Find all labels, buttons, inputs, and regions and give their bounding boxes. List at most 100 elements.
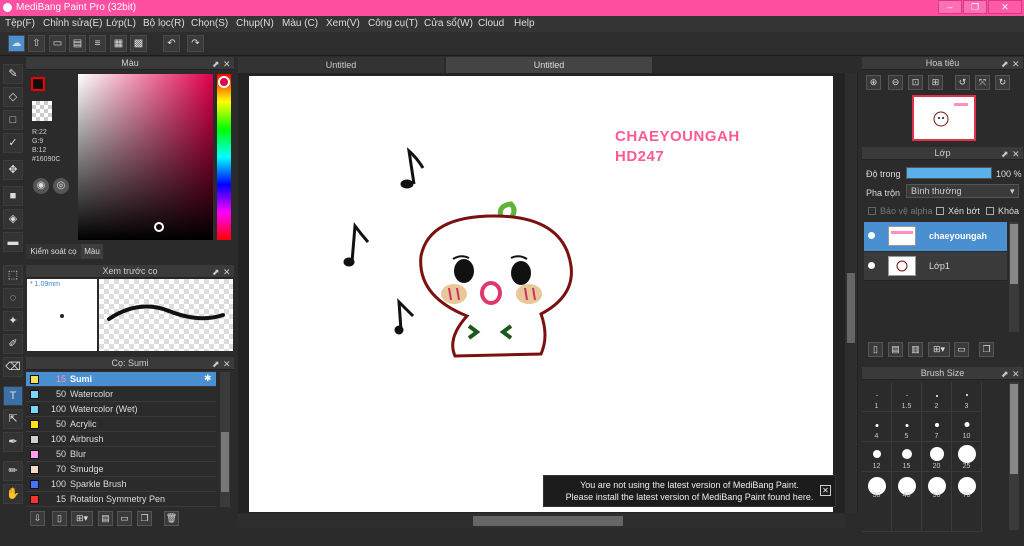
select-rect-tool-icon[interactable]: ⬚ [3,265,23,285]
undock-icon[interactable]: ⬈ [1001,148,1009,161]
close-panel-icon[interactable]: ✕ [1012,58,1020,71]
share-icon[interactable]: ⇧ [28,35,45,52]
tab-untitled-1[interactable]: Untitled [238,57,444,73]
foreground-color-swatch[interactable] [31,77,45,91]
close-panel-icon[interactable]: ✕ [223,358,231,371]
gradient-tool-icon[interactable]: ▬ [3,232,23,252]
select-eraser-tool-icon[interactable]: ⌫ [3,357,23,377]
folder-icon[interactable]: ▭ [117,511,132,526]
scrollbar-thumb[interactable] [847,273,855,343]
drawing-canvas[interactable]: CHAEYOUNGAH HD247 [249,76,833,512]
add-layer-menu-icon[interactable]: ⊞▾ [928,342,950,357]
minimize-button[interactable]: – [938,0,962,14]
opacity-slider[interactable] [906,167,992,179]
scrollbar-thumb[interactable] [1010,224,1018,284]
brush-size-cell[interactable]: 25 [952,442,982,472]
hue-cursor[interactable] [218,76,230,88]
duplicate-icon[interactable]: ❐ [137,511,152,526]
tab-color[interactable]: Màu [81,244,103,259]
menu-select[interactable]: Chọn(S) [191,18,228,29]
menu-file[interactable]: Tệp(F) [5,18,35,29]
tab-untitled-2[interactable]: Untitled [446,57,652,73]
brush-size-cell[interactable]: 20 [922,442,952,472]
pen-tool-icon[interactable]: ✏ [3,461,23,481]
cloud-download-icon[interactable]: ⇩ [30,511,45,526]
rotate-right-icon[interactable]: ↻ [995,75,1010,90]
scrollbar-thumb[interactable] [1010,384,1018,474]
brush-item[interactable]: 15 Sumi ✱ [26,372,216,387]
sv-cursor[interactable] [154,222,164,232]
duplicate-layer-icon[interactable]: ❐ [979,342,994,357]
brush-item[interactable]: 50 Acrylic [26,417,216,432]
fit-icon[interactable]: ⊡ [908,75,923,90]
tab-brush-control[interactable]: Kiểm soát cọ [26,244,81,259]
brush-item[interactable]: 100 Airbrush [26,432,216,447]
grid-icon[interactable]: ▩ [130,35,147,52]
brush-item[interactable]: 100 Watercolor (Wet) [26,402,216,417]
close-panel-icon[interactable]: ✕ [223,58,231,71]
menu-tools[interactable]: Công cụ(T) [368,18,418,29]
close-panel-icon[interactable]: ✕ [1012,148,1020,161]
hue-slider[interactable] [217,74,231,240]
select-pen-tool-icon[interactable]: ✐ [3,334,23,354]
brush-item[interactable]: 70 Smudge [26,462,216,477]
reset-rotation-icon[interactable]: ⤧ [975,75,990,90]
palette-add-icon[interactable]: ◎ [53,178,69,194]
close-panel-icon[interactable]: ✕ [1012,368,1020,381]
lock-checkbox[interactable] [986,207,994,215]
menu-color[interactable]: Màu (C) [282,18,318,29]
menu-window[interactable]: Cửa sổ(W) [424,18,473,29]
brush-size-cell[interactable]: 30 [862,472,892,532]
brush-size-cell[interactable]: 2 [922,382,952,412]
layer-row[interactable]: chaeyoungah [864,222,1007,251]
brush-size-cell[interactable]: 50 [922,472,952,532]
brush-size-cell[interactable]: 5 [892,412,922,442]
hand-tool-icon[interactable]: ✋ [3,484,23,504]
trash-icon[interactable]: 🗑 [164,511,179,526]
canvas-horizontal-scrollbar[interactable] [238,514,845,528]
brush-size-cell[interactable]: 40 [892,472,922,532]
restore-button[interactable]: ❐ [963,0,987,14]
fill-rect-tool-icon[interactable]: ■ [3,186,23,206]
eye-icon[interactable] [868,232,875,239]
close-button[interactable]: ✕ [988,0,1022,14]
dot-pen-tool-icon[interactable]: ✓ [3,133,23,153]
brush-item[interactable]: 15 Rotation Symmetry Pen [26,492,216,507]
add-brush-icon[interactable]: ⊞▾ [71,511,93,526]
new-mono-layer-icon[interactable]: ▥ [908,342,923,357]
layer-scrollbar[interactable] [1009,222,1019,332]
undock-icon[interactable]: ⬈ [212,266,220,279]
brush-size-cell[interactable]: 70 [952,472,982,532]
undo-icon[interactable]: ↶ [163,35,180,52]
saturation-value-picker[interactable] [78,74,213,240]
cloud-icon[interactable]: ☁ [8,35,25,52]
update-notice[interactable]: You are not using the latest version of … [543,475,836,507]
transparent-swatch[interactable] [32,101,52,121]
brush-tool-icon[interactable]: ✎ [3,64,23,84]
brush-item[interactable]: 100 Sparkle Brush [26,477,216,492]
brush-item[interactable]: 50 Blur [26,447,216,462]
clipping-checkbox[interactable] [936,207,944,215]
brush-size-cell[interactable]: 10 [952,412,982,442]
zoom-out-icon[interactable]: ⊖ [888,75,903,90]
move-tool-icon[interactable]: ✥ [3,160,23,180]
menu-capture[interactable]: Chụp(N) [236,18,274,29]
undock-icon[interactable]: ⬈ [1001,58,1009,71]
eraser-tool-icon[interactable]: ◇ [3,87,23,107]
comment-icon[interactable]: ▭ [49,35,66,52]
undock-icon[interactable]: ⬈ [212,358,220,371]
eyedropper-tool-icon[interactable]: ✒ [3,432,23,452]
protect-alpha-checkbox[interactable] [868,207,876,215]
canvas-vertical-scrollbar[interactable] [845,73,857,513]
brush-size-cell[interactable]: 12 [862,442,892,472]
menu-help[interactable]: Help [514,18,535,29]
bucket-tool-icon[interactable]: ◈ [3,209,23,229]
operation-tool-icon[interactable]: ⇱ [3,409,23,429]
redo-icon[interactable]: ↷ [187,35,204,52]
eye-icon[interactable] [868,262,875,269]
brush-settings-icon[interactable]: ▤ [98,511,113,526]
brush-size-cell[interactable]: 1.5 [892,382,922,412]
brush-item[interactable]: 50 Watercolor [26,387,216,402]
menu-layer[interactable]: Lớp(L) [106,18,136,29]
document-icon[interactable]: ▤ [69,35,86,52]
